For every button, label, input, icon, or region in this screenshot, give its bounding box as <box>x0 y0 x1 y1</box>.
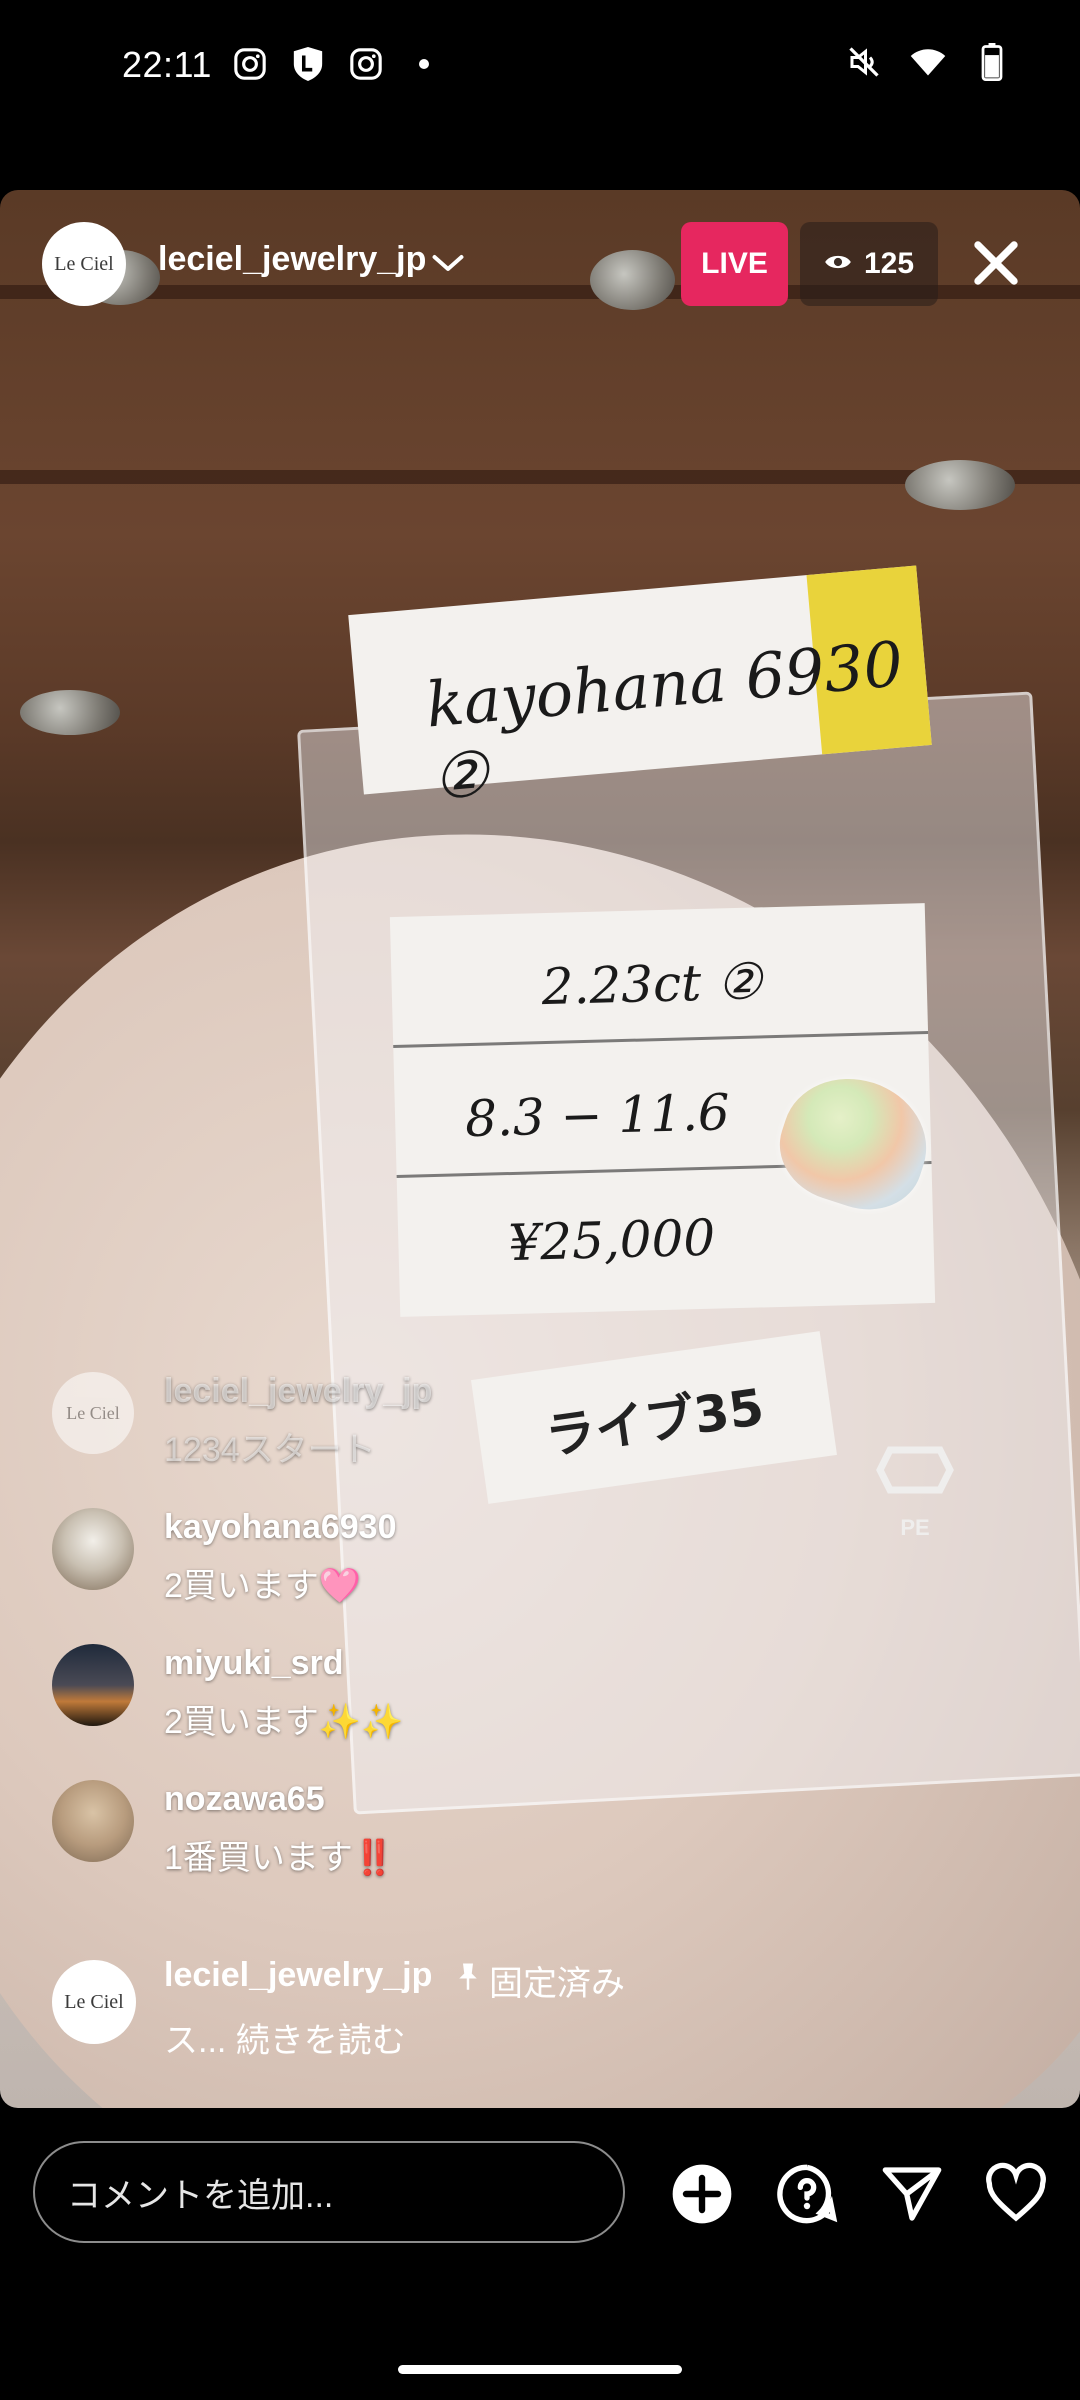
price-row-weight: 2.23ct ② <box>540 952 763 1017</box>
comment-username[interactable]: nozawa65 <box>164 1780 325 1819</box>
price-row-size: 8.3 − 11.6 <box>464 1083 731 1149</box>
comment-item[interactable]: Le Ciel leciel_jewelry_jp 1234スタート <box>52 1372 952 1492</box>
viewer-count-badge[interactable]: 125 <box>800 222 938 306</box>
price-row-price: ¥25,000 <box>507 1208 716 1273</box>
avatar[interactable] <box>52 1780 134 1862</box>
comment-username[interactable]: kayohana6930 <box>164 1508 397 1547</box>
add-icon[interactable] <box>670 2162 734 2226</box>
pinned-tag-label: 固定済み <box>489 1965 625 2003</box>
comment-username[interactable]: miyuki_srd <box>164 1644 344 1683</box>
avatar[interactable] <box>52 1644 134 1726</box>
heart-icon[interactable] <box>984 2162 1048 2226</box>
pinned-avatar[interactable]: Le Ciel <box>52 1960 136 2044</box>
status-icons-left <box>232 46 442 82</box>
status-icons-right <box>846 43 1010 81</box>
comment-text: 2買います🩷 <box>164 1567 362 1605</box>
comment-item[interactable]: nozawa65 1番買います‼️ <box>52 1780 952 1900</box>
host-avatar[interactable]: Le Ciel <box>42 222 126 306</box>
instagram-icon <box>348 46 384 82</box>
comment-placeholder: コメントを追加... <box>67 2176 334 2215</box>
live-badge: LIVE <box>681 222 788 306</box>
pinned-username[interactable]: leciel_jewelry_jp <box>164 1956 432 1995</box>
comment-item[interactable]: miyuki_srd 2買います✨✨ <box>52 1644 952 1764</box>
comment-username[interactable]: leciel_jewelry_jp <box>164 1372 432 1411</box>
pin-icon <box>455 1961 481 2000</box>
host-username[interactable]: leciel_jewelry_jp <box>158 240 426 279</box>
notification-dot-icon <box>406 46 442 82</box>
eye-icon <box>824 247 852 281</box>
wifi-icon <box>910 44 946 80</box>
close-icon[interactable] <box>965 232 1027 294</box>
send-icon[interactable] <box>880 2162 944 2226</box>
question-icon[interactable] <box>775 2162 839 2226</box>
pinned-text[interactable]: ス... 続きを読む <box>164 2013 406 2062</box>
chevron-down-icon[interactable] <box>430 248 466 283</box>
status-time: 22:11 <box>122 44 212 85</box>
pinned-tag: 固定済み <box>455 1956 625 2005</box>
mute-icon <box>846 44 882 80</box>
comment-item[interactable]: kayohana6930 2買います🩷 <box>52 1508 952 1628</box>
comment-text: 1番買います‼️ <box>164 1839 396 1877</box>
divider <box>393 1031 929 1049</box>
status-bar: 22:11 <box>0 0 1080 135</box>
battery-icon <box>974 43 1010 81</box>
avatar[interactable] <box>52 1508 134 1590</box>
comment-input[interactable]: コメントを追加... <box>33 2141 625 2243</box>
avatar[interactable]: Le Ciel <box>52 1372 134 1454</box>
ring-image <box>20 690 120 735</box>
comment-text: 1234スタート <box>164 1431 376 1469</box>
ring-image <box>905 460 1015 510</box>
instagram-icon <box>232 46 268 82</box>
lock-icon <box>290 46 326 82</box>
viewer-count: 125 <box>863 247 915 280</box>
ring-image <box>590 250 675 310</box>
home-indicator[interactable] <box>398 2365 682 2374</box>
comment-text: 2買います✨✨ <box>164 1703 404 1741</box>
